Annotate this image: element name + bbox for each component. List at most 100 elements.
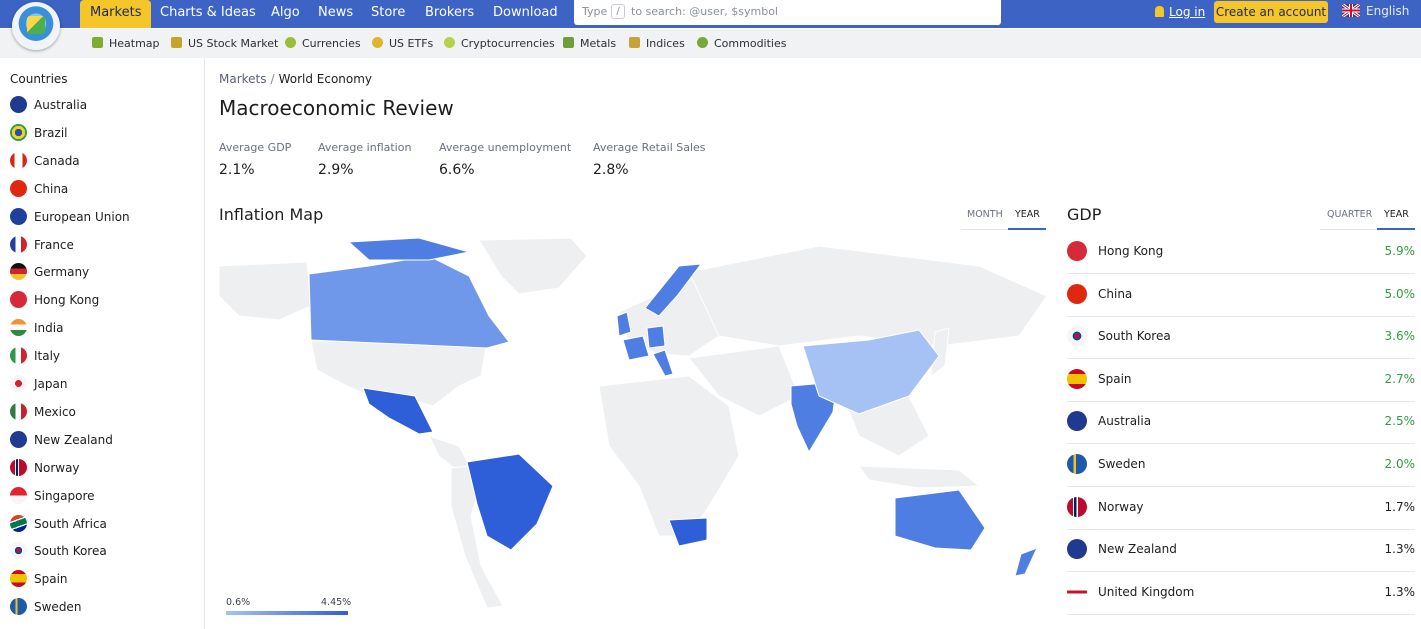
subnav-us-etfs[interactable]: US ETFs <box>372 37 433 50</box>
sidebar-item-japan[interactable]: Japan <box>10 375 67 395</box>
map-toggle-month[interactable]: MONTH <box>961 208 1008 230</box>
japan-flag-icon <box>10 375 27 392</box>
map-country-canada-islands[interactable] <box>347 237 470 261</box>
gdp-row[interactable]: Hong Kong 5.9% <box>1067 232 1415 274</box>
nav-news[interactable]: News <box>318 0 353 28</box>
sidebar-item-brazil[interactable]: Brazil <box>10 123 68 144</box>
subnav-metals[interactable]: Metals <box>563 37 616 50</box>
sidebar-item-france[interactable]: France <box>10 235 74 256</box>
sidebar-item-italy[interactable]: Italy <box>10 347 60 367</box>
nav-charts-ideas[interactable]: Charts & Ideas <box>160 0 256 28</box>
map-toggle-year[interactable]: YEAR <box>1008 208 1046 230</box>
sidebar-item-label: Japan <box>34 377 68 391</box>
stat-label: Average unemployment <box>439 141 572 154</box>
sidebar-item-label: France <box>34 237 74 252</box>
map-country-germany[interactable] <box>646 325 666 349</box>
uk-flag-icon <box>1342 4 1360 17</box>
sidebar-item-india[interactable]: India <box>10 319 63 339</box>
sidebar-item-label: Canada <box>34 153 80 168</box>
gdp-row[interactable]: Australia 2.5% <box>1067 402 1415 445</box>
nav-markets[interactable]: Markets <box>80 0 152 28</box>
sidebar-item-spain[interactable]: Spain <box>10 570 68 590</box>
sidebar-item-singapore[interactable]: Singapore <box>10 486 95 507</box>
create-account-button[interactable]: Create an account <box>1214 1 1328 23</box>
sidebar-item-south-korea[interactable]: South Korea <box>10 542 107 562</box>
sidebar-item-canada[interactable]: Canada <box>10 151 80 172</box>
india-flag-icon <box>10 319 27 337</box>
heatmap-icon <box>92 37 103 48</box>
norway-flag-icon <box>10 458 27 476</box>
sidebar-item-new-zealand[interactable]: New Zealand <box>10 430 113 451</box>
gdp-value: 1.3% <box>1384 542 1416 557</box>
logo-mark <box>27 16 45 34</box>
south-korea-flag-icon <box>10 542 27 560</box>
gdp-country-name: United Kingdom <box>1098 584 1195 599</box>
subnav-indices[interactable]: Indices <box>629 37 685 50</box>
nav-brokers[interactable]: Brokers <box>425 0 474 28</box>
map-country-brazil[interactable] <box>466 453 554 551</box>
gdp-toggle-year[interactable]: YEAR <box>1377 208 1415 230</box>
language-selector[interactable]: English <box>1342 4 1409 18</box>
map-region-alaska <box>219 261 312 321</box>
map-country-canada[interactable] <box>308 255 510 349</box>
language-label: English <box>1366 4 1410 18</box>
stat-average-inflation: Average inflation 2.9% <box>318 141 411 178</box>
gdp-row[interactable]: Norway 1.7% <box>1067 488 1415 530</box>
subnav-cryptocurrencies[interactable]: Cryptocurrencies <box>444 37 555 50</box>
gdp-country-name: Spain <box>1098 371 1132 386</box>
gdp-row[interactable]: Spain 2.7% <box>1067 360 1415 402</box>
sidebar-item-mexico[interactable]: Mexico <box>10 402 76 423</box>
gdp-row[interactable]: China 5.0% <box>1067 275 1415 317</box>
subnav-us-stock-market[interactable]: US Stock Market <box>171 37 278 50</box>
metatrader-logo[interactable] <box>12 2 60 50</box>
gdp-value: 1.3% <box>1384 584 1416 599</box>
gdp-country-name: Norway <box>1098 499 1144 514</box>
page-title: Macroeconomic Review <box>219 96 454 120</box>
sidebar-item-china[interactable]: China <box>10 179 69 200</box>
australia-flag-icon <box>10 96 27 113</box>
search-placeholder: to search: @user, $symbol <box>631 5 778 18</box>
sidebar-item-sweden[interactable]: Sweden <box>10 598 81 618</box>
sidebar-item-norway[interactable]: Norway <box>10 458 80 479</box>
gdp-toggle-quarter[interactable]: QUARTER <box>1320 208 1377 230</box>
login-link[interactable]: Log in <box>1155 5 1205 19</box>
sweden-flag-icon <box>1067 454 1087 474</box>
sidebar-item-hong-kong[interactable]: Hong Kong <box>10 291 99 311</box>
indices-icon <box>629 37 640 48</box>
gdp-value: 5.0% <box>1384 286 1416 301</box>
gdp-row[interactable]: South Korea 3.6% <box>1067 317 1415 360</box>
gdp-row[interactable]: New Zealand 1.3% <box>1067 530 1416 573</box>
sidebar-item-south-africa[interactable]: South Africa <box>10 514 107 535</box>
nav-algo[interactable]: Algo <box>271 0 300 28</box>
south-korea-flag-icon <box>1067 326 1087 347</box>
nav-store[interactable]: Store <box>371 0 405 28</box>
stat-label: Average Retail Sales <box>593 141 706 154</box>
subnav-commodities[interactable]: Commodities <box>697 37 786 50</box>
sidebar-item-label: Brazil <box>34 125 68 140</box>
sidebar-item-australia[interactable]: Australia <box>10 96 87 116</box>
sidebar-item-germany[interactable]: Germany <box>10 263 89 283</box>
map-country-australia[interactable] <box>894 489 986 551</box>
map-region-greenland <box>478 237 588 295</box>
map-country-south-africa[interactable] <box>668 517 708 547</box>
sidebar-item-label: Mexico <box>34 404 76 419</box>
stat-label: Average GDP <box>219 141 292 154</box>
crypto-icon <box>444 37 455 48</box>
gdp-country-name: New Zealand <box>1098 542 1177 557</box>
search-input[interactable]: Type / to search: @user, $symbol <box>574 0 1001 25</box>
sidebar-item-label: China <box>34 181 69 196</box>
european-union-flag-icon <box>10 207 27 225</box>
sweden-flag-icon <box>10 598 27 616</box>
breadcrumb-separator: / <box>270 72 275 86</box>
sidebar-item-european-union[interactable]: European Union <box>10 207 130 228</box>
gdp-row[interactable]: Sweden 2.0% <box>1067 445 1415 487</box>
gdp-row[interactable]: United Kingdom 1.3% <box>1067 573 1415 615</box>
legend-color-scale <box>226 611 348 615</box>
nav-download[interactable]: Download <box>493 0 558 28</box>
subnav-heatmap[interactable]: Heatmap <box>92 37 160 50</box>
subnav-currencies[interactable]: Currencies <box>285 37 361 50</box>
breadcrumb-markets-link[interactable]: Markets <box>219 72 267 86</box>
sidebar-item-label: Spain <box>34 572 68 587</box>
stock-chart-icon <box>171 37 182 48</box>
map-country-new-zealand[interactable] <box>1014 547 1038 577</box>
